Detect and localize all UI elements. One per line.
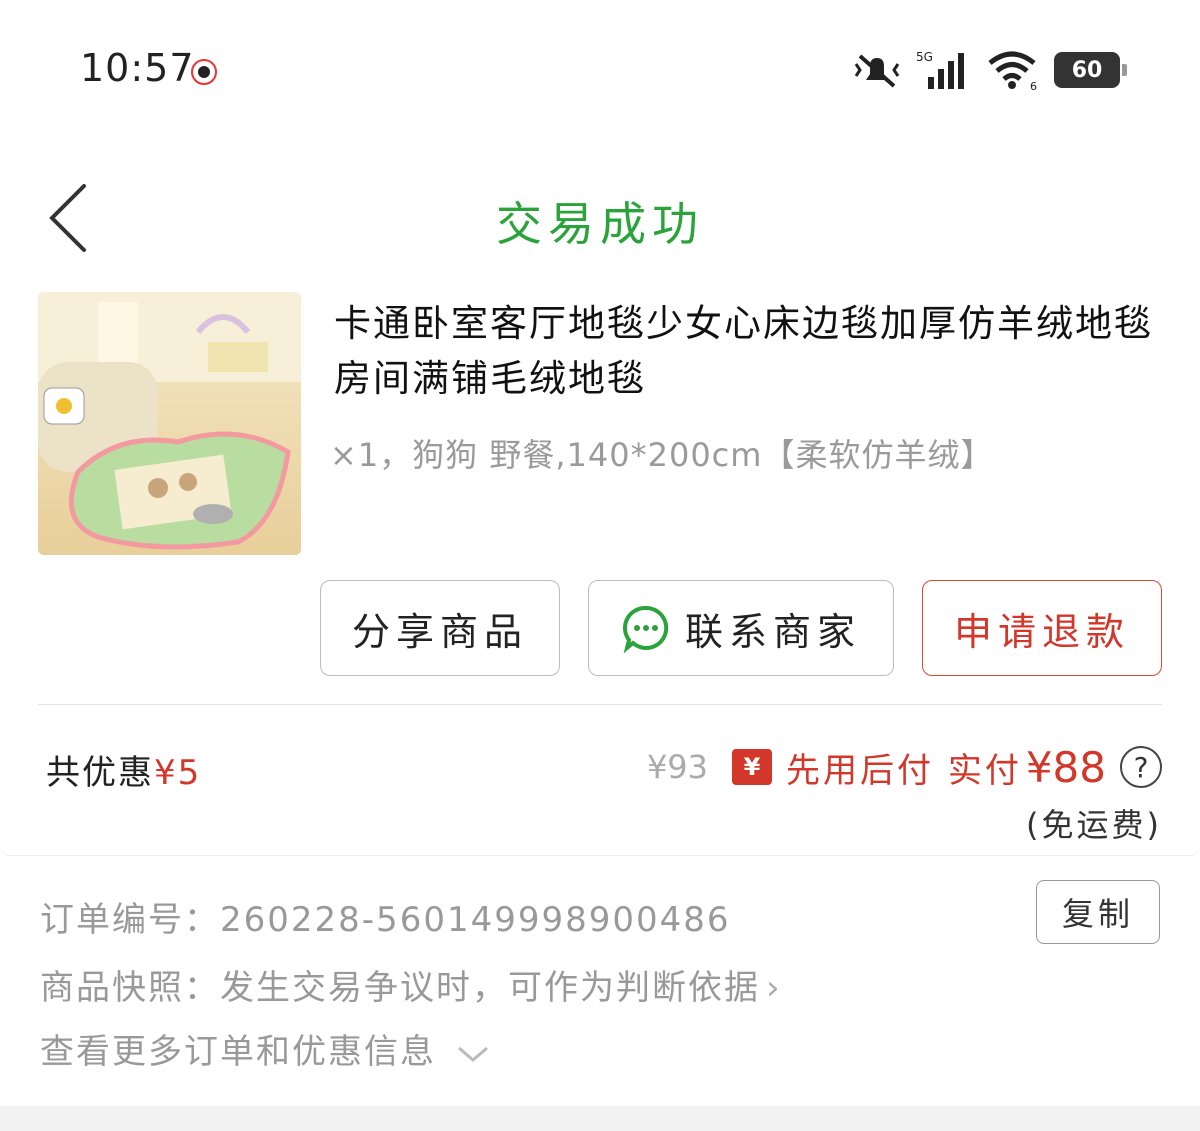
product-thumbnail-icon (38, 292, 301, 555)
contact-seller-button[interactable]: 联系商家 (588, 580, 894, 676)
mute-bell-icon (854, 54, 900, 88)
discount-label: 共优惠 (46, 753, 154, 793)
product-image[interactable] (38, 292, 301, 555)
status-time: 10:57 (80, 46, 195, 90)
request-refund-button[interactable]: 申请退款 (922, 580, 1162, 676)
price-row: ¥93 ¥ 先用后付 实付 ¥88 ? (647, 740, 1162, 794)
order-number-line: 订单编号：260228-560149998900486 (40, 892, 731, 941)
pay-label: 先用后付 实付 (786, 750, 1022, 791)
order-card: 卡通卧室客厅地毯少女心床边毯加厚仿羊绒地毯房间满铺毛绒地毯 ×1，狗狗 野餐,1… (0, 290, 1200, 856)
status-bar: 10:57 5G 6 60 (0, 0, 1200, 130)
battery-icon: 60 (1054, 52, 1127, 88)
divider (38, 704, 1162, 705)
total-discount: 共优惠¥5 (46, 745, 201, 794)
contact-seller-label: 联系商家 (684, 609, 861, 654)
free-shipping-note: (免运费) (1026, 806, 1162, 844)
product-title[interactable]: 卡通卧室客厅地毯少女心床边毯加厚仿羊绒地毯房间满铺毛绒地毯 (334, 296, 1154, 406)
system-icons: 5G 6 60 (852, 48, 1127, 92)
share-product-button[interactable]: 分享商品 (320, 580, 560, 676)
network-type-label: 5G (916, 50, 933, 64)
more-order-info-text: 查看更多订单和优惠信息 (40, 1032, 436, 1072)
help-icon[interactable]: ? (1120, 746, 1162, 788)
chevron-down-icon (457, 1046, 488, 1062)
product-snapshot-link[interactable]: 商品快照：发生交易争议时，可作为判断依据 › (40, 960, 782, 1009)
wifi-icon: 6 (988, 51, 1037, 91)
order-number-label: 订单编号： (40, 900, 220, 940)
cellular-signal-icon: 5G (916, 50, 964, 89)
chat-icon (622, 605, 669, 653)
product-spec: ×1，狗狗 野餐,140*200cm【柔软仿羊绒】 (330, 436, 994, 474)
product-snapshot-text: 商品快照：发生交易争议时，可作为判断依据 (40, 968, 760, 1008)
paid-amount: ¥88 (1025, 742, 1106, 792)
order-number: 260228-560149998900486 (220, 900, 731, 940)
discount-amount: ¥5 (154, 753, 202, 793)
more-order-info-toggle[interactable]: 查看更多订单和优惠信息 (40, 1024, 491, 1073)
app-notification-icon (191, 59, 217, 85)
page-title: 交易成功 (496, 197, 704, 251)
copy-order-number-button[interactable]: 复制 (1036, 880, 1160, 944)
pay-later-badge-icon: ¥ (732, 749, 773, 785)
action-buttons: 分享商品 联系商家 申请退款 (320, 580, 1162, 678)
wifi-level-label: 6 (1030, 80, 1037, 91)
bottom-separator (0, 1106, 1200, 1131)
original-price: ¥93 (646, 748, 709, 786)
order-info: 订单编号：260228-560149998900486 复制 商品快照：发生交易… (0, 860, 1200, 1100)
header: 交易成功 (0, 150, 1200, 280)
chevron-right-icon: › (766, 968, 782, 1008)
